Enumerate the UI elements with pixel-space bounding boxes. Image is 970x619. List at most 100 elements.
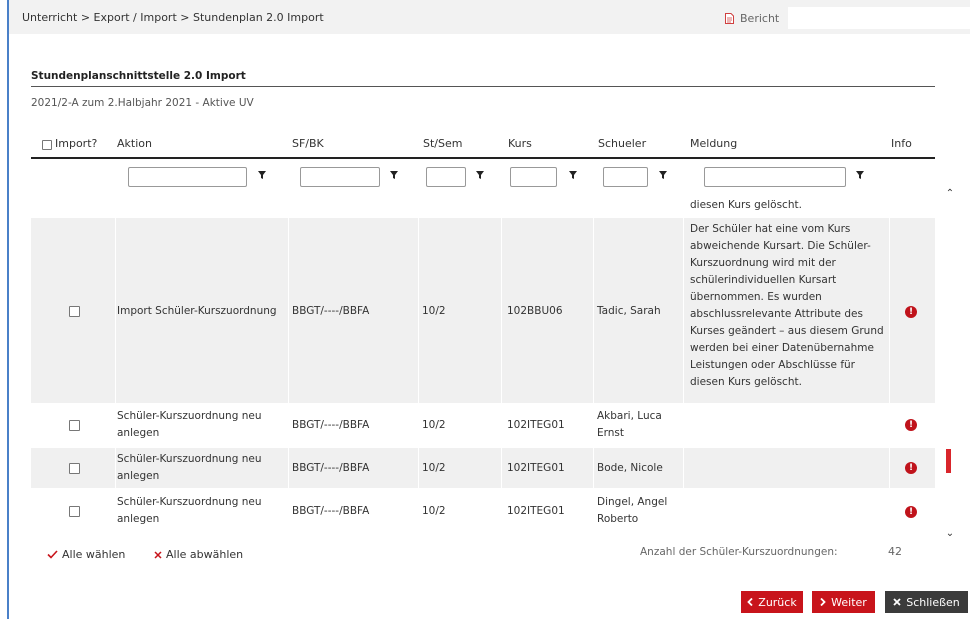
row-import-checkbox[interactable] xyxy=(69,306,80,317)
count-value: 42 xyxy=(888,545,902,558)
header-checkbox[interactable] xyxy=(42,140,52,150)
x-icon xyxy=(154,550,162,559)
row-meldung-line: abweichende Kursart. Die Schüler- xyxy=(690,240,871,252)
section-title: Stundenplanschnittstelle 2.0 Import xyxy=(31,70,246,82)
deselect-all-link[interactable]: Alle abwählen xyxy=(154,548,243,561)
exclamation-circle-icon[interactable]: ! xyxy=(905,506,917,518)
row-kurs: 102BBU06 xyxy=(507,305,563,317)
header-kurs[interactable]: Kurs xyxy=(508,137,532,150)
table-row[interactable]: Schüler-Kurszuordnung neu anlegen BBGT/-… xyxy=(31,448,935,488)
header-sfbk[interactable]: SF/BK xyxy=(292,137,324,150)
row-meldung-line: Leistungen oder Abschlüsse für xyxy=(690,359,855,371)
next-button-label: Weiter xyxy=(831,595,867,609)
chevron-right-icon xyxy=(820,598,826,606)
row-kurs: 102ITEG01 xyxy=(507,505,565,517)
filter-icon[interactable] xyxy=(390,171,398,179)
table-row-partial: diesen Kurs gelöscht. xyxy=(31,194,935,216)
header-info: Info xyxy=(891,137,912,150)
close-button[interactable]: Schließen xyxy=(885,591,968,613)
row-schueler: Ernst xyxy=(597,427,625,439)
header-stsem[interactable]: St/Sem xyxy=(423,137,462,150)
row-aktion: Import Schüler-Kurszuordnung xyxy=(117,305,277,317)
document-icon xyxy=(725,13,734,24)
filter-aktion-input[interactable] xyxy=(128,167,247,187)
header-import: Import? xyxy=(55,137,98,150)
row-aktion: Schüler-Kurszuordnung neu xyxy=(117,410,262,422)
row-meldung-line: werden bei einer Datenübernahme xyxy=(690,342,874,354)
row-schueler: Bode, Nicole xyxy=(597,462,663,474)
table-row[interactable]: Schüler-Kurszuordnung neu anlegen BBGT/-… xyxy=(31,404,935,446)
row-sfbk: BBGT/----/BBFA xyxy=(292,505,370,517)
scrollbar-thumb[interactable] xyxy=(946,449,951,473)
row-sfbk: BBGT/----/BBFA xyxy=(292,462,370,474)
filter-icon[interactable] xyxy=(476,171,484,179)
breadcrumb: Unterricht > Export / Import > Stundenpl… xyxy=(22,11,324,24)
filter-meldung-input[interactable] xyxy=(704,167,846,187)
section-divider xyxy=(31,86,935,87)
filter-stsem-input[interactable] xyxy=(426,167,466,187)
exclamation-circle-icon[interactable]: ! xyxy=(905,462,917,474)
row-kurs: 102ITEG01 xyxy=(507,419,565,431)
row-meldung-line: Kurszuordnung wird mit der xyxy=(690,257,836,269)
row-sfbk: BBGT/----/BBFA xyxy=(292,419,370,431)
row-schueler: Dingel, Angel xyxy=(597,496,668,508)
row-sfbk: BBGT/----/BBFA xyxy=(292,305,370,317)
scroll-up-icon[interactable]: ⌃ xyxy=(944,188,956,200)
filter-schueler-input[interactable] xyxy=(603,167,648,187)
row-import-checkbox[interactable] xyxy=(69,420,80,431)
deselect-all-label: Alle abwählen xyxy=(166,548,244,561)
row-aktion: anlegen xyxy=(117,470,160,482)
section-subtitle: 2021/2-A zum 2.Halbjahr 2021 - Aktive UV xyxy=(31,97,254,109)
row-stsem: 10/2 xyxy=(422,462,446,474)
filter-icon[interactable] xyxy=(856,171,864,179)
row-kurs: 102ITEG01 xyxy=(507,462,565,474)
check-icon xyxy=(47,550,58,559)
row-import-checkbox[interactable] xyxy=(69,506,80,517)
row-schueler: Akbari, Luca xyxy=(597,410,662,422)
close-icon xyxy=(893,598,901,606)
count-label: Anzahl der Schüler-Kurszuordnungen: xyxy=(640,546,838,558)
header-schueler[interactable]: Schueler xyxy=(598,137,646,150)
header-aktion[interactable]: Aktion xyxy=(117,137,152,150)
next-button[interactable]: Weiter xyxy=(812,591,875,613)
row-stsem: 10/2 xyxy=(422,419,446,431)
chevron-left-icon xyxy=(747,598,753,606)
select-all-label: Alle wählen xyxy=(62,548,126,561)
row-aktion: Schüler-Kurszuordnung neu xyxy=(117,496,262,508)
close-button-label: Schließen xyxy=(906,595,960,609)
row-meldung-line: schülerindividuellen Kursart xyxy=(690,274,837,286)
exclamation-circle-icon[interactable]: ! xyxy=(905,306,917,318)
row-meldung-line: Der Schüler hat eine vom Kurs xyxy=(690,223,851,235)
back-button[interactable]: Zurück xyxy=(741,591,803,613)
filter-icon[interactable] xyxy=(659,171,667,179)
report-search-input[interactable] xyxy=(788,7,970,29)
row-meldung-line: Kurses geändert – aus diesem Grund xyxy=(690,325,884,337)
row-import-checkbox[interactable] xyxy=(69,463,80,474)
report-label: Bericht xyxy=(740,12,780,25)
filter-kurs-input[interactable] xyxy=(510,167,557,187)
row-stsem: 10/2 xyxy=(422,305,446,317)
row-meldung-line: abschlussrelevante Attribute des xyxy=(690,308,863,320)
row-schueler: Tadic, Sarah xyxy=(597,305,661,317)
row-schueler: Roberto xyxy=(597,513,639,525)
filter-sfbk-input[interactable] xyxy=(300,167,380,187)
window-left-border xyxy=(7,0,9,619)
filter-icon[interactable] xyxy=(258,171,266,179)
header-divider xyxy=(31,157,935,159)
back-button-label: Zurück xyxy=(758,595,797,609)
exclamation-circle-icon[interactable]: ! xyxy=(905,419,917,431)
table-row[interactable]: Import Schüler-Kurszuordnung BBGT/----/B… xyxy=(31,218,935,403)
scroll-down-icon[interactable]: ⌄ xyxy=(944,528,956,540)
table-row[interactable]: Schüler-Kurszuordnung neu anlegen BBGT/-… xyxy=(31,490,935,532)
row-stsem: 10/2 xyxy=(422,505,446,517)
header-meldung[interactable]: Meldung xyxy=(690,137,737,150)
row-aktion: anlegen xyxy=(117,513,160,525)
row-meldung-line: diesen Kurs gelöscht. xyxy=(690,376,802,388)
filter-icon[interactable] xyxy=(569,171,577,179)
row-meldung-line: übernommen. Es wurden xyxy=(690,291,822,303)
meldung-text: diesen Kurs gelöscht. xyxy=(690,199,802,211)
row-aktion: Schüler-Kurszuordnung neu xyxy=(117,453,262,465)
select-all-link[interactable]: Alle wählen xyxy=(47,548,125,561)
row-aktion: anlegen xyxy=(117,427,160,439)
report-link[interactable]: Bericht xyxy=(725,12,779,25)
